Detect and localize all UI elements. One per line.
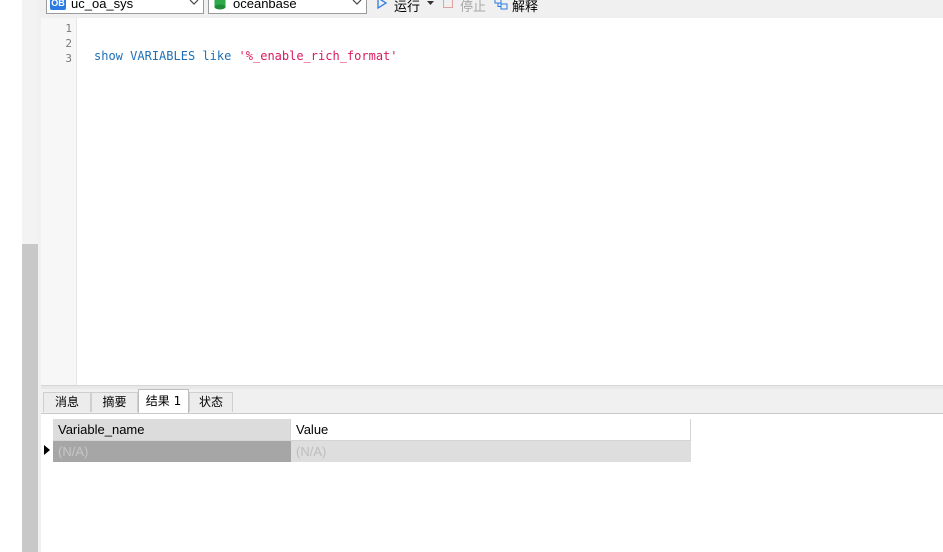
stop-icon [443, 0, 453, 8]
line-number: 3 [65, 52, 72, 65]
run-button[interactable]: 运行 [376, 0, 438, 14]
tab-result-1[interactable]: 结果 1 [138, 389, 189, 413]
sql-keyword: show [94, 49, 123, 63]
line-number: 2 [65, 37, 72, 50]
explain-button[interactable]: 解释 [494, 0, 544, 14]
stop-button[interactable]: 停止 [442, 0, 488, 14]
database-icon [214, 0, 226, 10]
query-toolbar: OB uc_oa_sys oceanbase 运行 停止 解释 [41, 0, 943, 18]
run-button-label: 运行 [394, 0, 421, 14]
line-number: 1 [65, 22, 72, 35]
explain-button-label: 解释 [512, 0, 539, 14]
sql-editor[interactable]: show VARIABLES like '%_enable_rich_forma… [77, 18, 943, 385]
current-row-indicator-icon [44, 445, 50, 455]
chevron-down-icon[interactable] [352, 0, 362, 7]
oceanbase-connection-icon: OB [50, 0, 66, 10]
results-panel: Variable_name Value (N/A) (N/A) [41, 414, 943, 552]
sql-keyword: like [202, 49, 232, 63]
result-tabs: 消息 摘要 结果 1 状态 [41, 389, 943, 414]
database-select[interactable]: oceanbase [208, 0, 367, 14]
table-row[interactable]: (N/A) (N/A) [53, 441, 691, 462]
caret-down-icon[interactable] [427, 1, 434, 6]
chevron-down-icon[interactable] [189, 0, 199, 7]
grid-cell[interactable]: (N/A) [291, 441, 691, 462]
grid-cell[interactable]: (N/A) [53, 441, 291, 462]
database-select-value: oceanbase [233, 0, 297, 11]
sql-keyword: VARIABLES [130, 49, 196, 63]
play-icon [377, 0, 388, 9]
explain-icon [494, 0, 508, 10]
sidebar-scrollbar-thumb[interactable] [22, 244, 38, 552]
grid-header-row: Variable_name Value [53, 419, 691, 441]
tab-status[interactable]: 状态 [189, 392, 233, 412]
left-margin [0, 0, 22, 552]
column-header-variable-name[interactable]: Variable_name [53, 419, 291, 440]
column-header-value[interactable]: Value [291, 419, 691, 440]
stop-button-label: 停止 [460, 0, 487, 14]
connection-select[interactable]: OB uc_oa_sys [46, 0, 204, 14]
connection-select-value: uc_oa_sys [71, 0, 134, 11]
tab-summary[interactable]: 摘要 [91, 392, 138, 412]
tab-messages[interactable]: 消息 [43, 392, 91, 412]
line-number-gutter: 1 2 3 [41, 18, 77, 385]
sql-string-literal: '%_enable_rich_format' [238, 49, 398, 63]
sql-code-line[interactable]: show VARIABLES like '%_enable_rich_forma… [94, 49, 398, 63]
